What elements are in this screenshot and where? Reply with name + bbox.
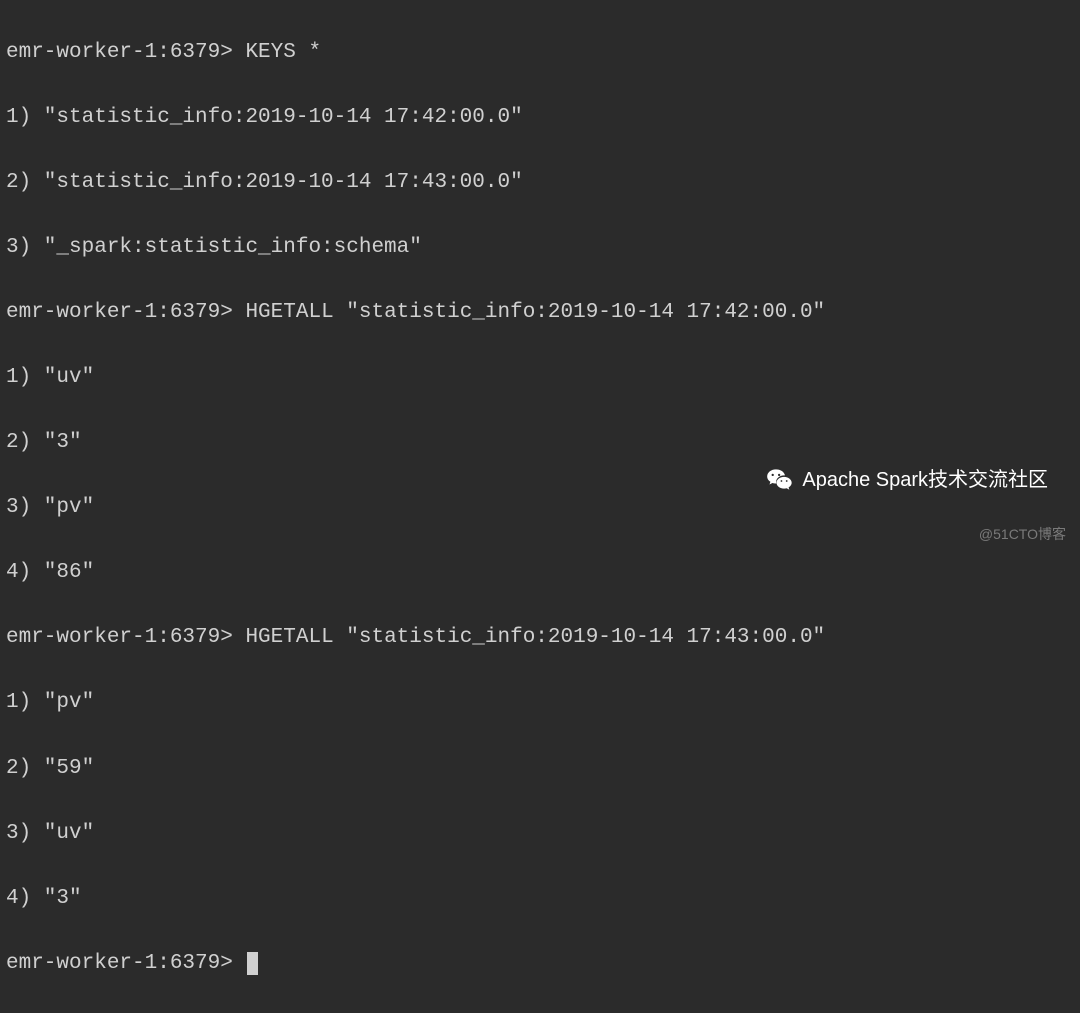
watermark-wechat: Apache Spark技术交流社区 xyxy=(766,465,1048,496)
output-line: 2) "59" xyxy=(6,753,1074,786)
command-line-1: emr-worker-1:6379> KEYS * xyxy=(6,37,1074,70)
output-line: 3) "_spark:statistic_info:schema" xyxy=(6,232,1074,265)
terminal-output: emr-worker-1:6379> KEYS * 1) "statistic_… xyxy=(6,4,1074,1013)
output-line: 3) "pv" xyxy=(6,492,1074,525)
output-line: 4) "3" xyxy=(6,883,1074,916)
output-line: 1) "pv" xyxy=(6,687,1074,720)
prompt: emr-worker-1:6379> xyxy=(6,952,233,975)
cursor xyxy=(247,952,258,975)
wechat-icon xyxy=(766,467,794,495)
prompt: emr-worker-1:6379> xyxy=(6,41,233,64)
command: KEYS * xyxy=(245,41,321,64)
watermark-wechat-text: Apache Spark技术交流社区 xyxy=(802,465,1048,496)
output-line: 2) "3" xyxy=(6,427,1074,460)
watermark-blog: @51CTO博客 xyxy=(979,524,1066,546)
watermark-blog-text: @51CTO博客 xyxy=(979,526,1066,542)
command: HGETALL "statistic_info:2019-10-14 17:42… xyxy=(245,301,825,324)
command-line-3: emr-worker-1:6379> HGETALL "statistic_in… xyxy=(6,622,1074,655)
output-line: 4) "86" xyxy=(6,557,1074,590)
output-line: 2) "statistic_info:2019-10-14 17:43:00.0… xyxy=(6,167,1074,200)
prompt: emr-worker-1:6379> xyxy=(6,301,233,324)
command-line-2: emr-worker-1:6379> HGETALL "statistic_in… xyxy=(6,297,1074,330)
output-line: 1) "statistic_info:2019-10-14 17:42:00.0… xyxy=(6,102,1074,135)
output-line: 3) "uv" xyxy=(6,818,1074,851)
command: HGETALL "statistic_info:2019-10-14 17:43… xyxy=(245,626,825,649)
prompt-line-active[interactable]: emr-worker-1:6379> xyxy=(6,948,1074,981)
prompt: emr-worker-1:6379> xyxy=(6,626,233,649)
output-line: 1) "uv" xyxy=(6,362,1074,395)
